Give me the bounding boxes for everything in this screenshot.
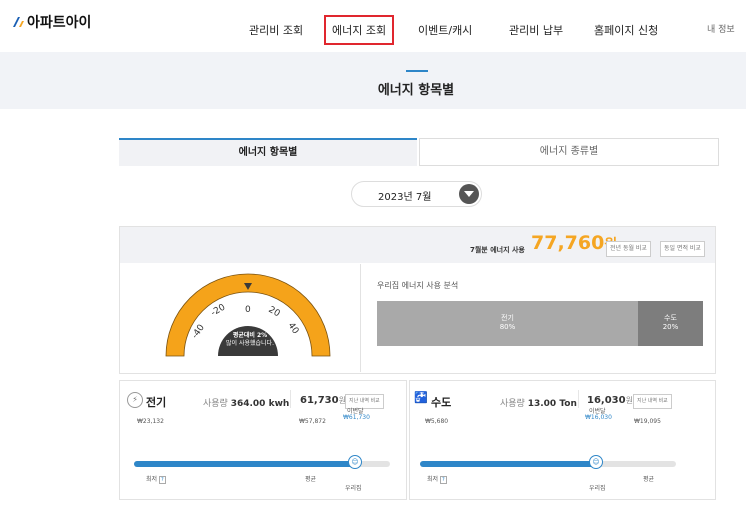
electric-progress-fill (134, 461, 354, 467)
water-usage: 사용량 13.00 Ton (500, 399, 577, 409)
electric-title: 전기 (146, 396, 167, 409)
info-icon: ? (158, 476, 166, 484)
share-bar-water: 수도 20% (638, 301, 703, 346)
water-this-month-value: ₩16,030 (585, 414, 612, 421)
month-selector-value: 2023년 7월 (378, 192, 432, 203)
electric-separator (290, 390, 291, 408)
water-progress-fill (420, 461, 594, 467)
water-home-label: 우리집 (589, 485, 606, 492)
chevron-down-icon[interactable] (459, 184, 479, 204)
share-bar-electric-name: 전기 (501, 314, 514, 322)
electric-home-label: 우리집 (345, 485, 362, 492)
gauge-message-line1: 평균대비 2% (232, 332, 268, 339)
faucet-icon: 🚰 (414, 391, 428, 404)
water-title: 수도 (431, 396, 452, 409)
usage-gauge: -40 -20 0 20 40 (165, 273, 331, 357)
water-amount: 16,030원 (587, 395, 633, 406)
compare-same-area-button[interactable]: 동일 면적 비교 (660, 241, 705, 257)
tab-energy-by-item[interactable]: 에너지 항목별 (119, 138, 417, 166)
share-bar-electric: 전기 80% (377, 301, 638, 346)
nav-homepage-apply[interactable]: 홈페이지 신청 (594, 22, 658, 38)
electric-usage: 사용량 364.00 kwh (203, 399, 290, 409)
title-accent-line (406, 70, 428, 72)
water-min-label: 최저 ? (427, 476, 447, 484)
logo[interactable]: 아파트아이 (12, 12, 91, 32)
gauge-tick: 0 (245, 305, 251, 315)
nav-event-cash[interactable]: 이벤트/캐시 (418, 22, 472, 38)
electric-amount: 61,730원 (300, 395, 346, 406)
nav-fee-payment[interactable]: 관리비 납부 (509, 22, 563, 38)
summary-label: 7월분 에너지 사용 (470, 246, 525, 254)
electric-min-value: ₩23,132 (137, 418, 164, 425)
gauge-message-line2: 많이 사용했습니다. (226, 340, 274, 347)
smiley-icon: ☺ (589, 455, 603, 469)
water-compare-button[interactable]: 지난 내역 비교 (633, 394, 672, 409)
gauge-message: 평균대비 2% 많이 사용했습니다. (220, 332, 280, 348)
info-icon: ? (439, 476, 447, 484)
page-title: 에너지 항목별 (377, 83, 455, 98)
logo-text: 아파트아이 (27, 15, 92, 31)
nav-energy-inquiry[interactable]: 에너지 조회 (324, 15, 395, 45)
logo-icon (13, 17, 24, 27)
summary-divider (360, 264, 361, 372)
lightning-icon: ⚡ (127, 392, 143, 408)
water-max-value: ₩19,095 (634, 418, 661, 425)
nav-fee-inquiry[interactable]: 관리비 조회 (249, 22, 303, 38)
analysis-title: 우리집 에너지 사용 분석 (377, 281, 459, 290)
tab-energy-by-type[interactable]: 에너지 종류별 (419, 138, 719, 166)
electric-this-month-value: ₩61,730 (343, 414, 370, 421)
share-bar-electric-percent: 80% (499, 323, 516, 331)
my-info-link[interactable]: 내 정보 (707, 22, 735, 35)
share-bar-water-name: 수도 (664, 314, 677, 322)
electric-min-label: 최저 ? (146, 476, 166, 484)
electric-avg-label: 평균 (305, 476, 317, 483)
water-separator (578, 390, 579, 408)
compare-prev-year-button[interactable]: 전년 동월 비교 (606, 241, 651, 257)
electric-avg-value: ₩57,872 (299, 418, 326, 425)
water-avg-label: 평균 (643, 476, 655, 483)
share-bar-water-percent: 20% (662, 323, 679, 331)
summary-amount: 77,760원 (531, 232, 617, 254)
water-min-value: ₩5,680 (425, 418, 449, 425)
smiley-icon: ☺ (348, 455, 362, 469)
